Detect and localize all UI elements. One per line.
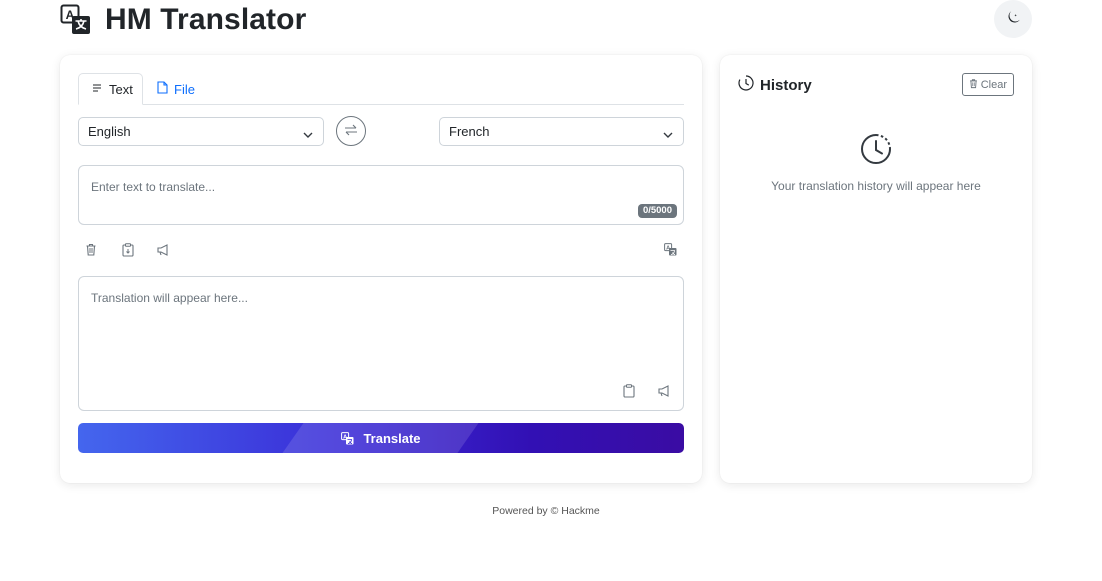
speak-input-button[interactable] [153,240,175,262]
app-title: HM Translator [105,3,307,36]
char-count-badge: 0/5000 [637,204,677,218]
source-text-input[interactable]: Enter text to translate... 0/5000 [78,165,684,225]
clear-history-label: Clear [980,78,1007,91]
footer-credit: Powered by © Hackme [492,505,600,517]
chevron-down-icon [303,127,313,142]
copy-icon [623,383,635,401]
speaker-icon [658,384,672,400]
tab-file-label: File [174,81,195,97]
tab-file[interactable]: File [145,73,205,105]
source-text-placeholder: Enter text to translate... [91,180,216,194]
translator-card: Text File English French Enter text to t… [60,55,702,483]
swap-languages-button[interactable] [336,116,366,146]
source-language-select[interactable]: English [78,117,324,146]
paste-button[interactable] [117,240,139,262]
input-mode-tabs: Text File [78,73,684,105]
translate-button[interactable]: A Translate [78,423,684,453]
copy-translation-button[interactable] [618,381,640,403]
translate-logo-icon: A [60,4,92,36]
source-language-value: English [88,124,131,139]
speak-translation-button[interactable] [654,381,676,403]
tab-text-label: Text [109,81,133,97]
tab-text[interactable]: Text [78,73,143,105]
theme-toggle-button[interactable] [994,0,1032,38]
trash-icon [85,243,97,259]
clear-input-button[interactable] [80,240,102,262]
target-language-select[interactable]: French [439,117,684,146]
translate-icon: A [341,431,354,444]
app-header: A HM Translator [60,0,1032,40]
text-lines-icon [91,82,109,97]
paste-icon [122,242,134,260]
target-language-value: French [449,124,490,139]
history-empty-clock-icon [860,133,892,170]
detect-language-button[interactable]: A [659,240,681,262]
trash-icon [969,78,981,92]
history-card: History Clear Your translation history w… [720,55,1032,483]
swap-arrows-icon [344,124,358,139]
speaker-icon [157,243,171,259]
clear-history-button[interactable]: Clear [961,73,1014,96]
translation-placeholder: Translation will appear here... [91,291,248,305]
translation-output: Translation will appear here... [78,276,684,411]
translate-detect-icon: A [663,243,677,259]
moon-icon [1006,10,1020,28]
translate-button-label: Translate [363,430,421,446]
clock-history-icon [738,75,760,95]
file-icon [157,81,174,97]
history-header: History [738,75,812,95]
history-empty-message: Your translation history will appear her… [771,179,981,193]
history-title: History [760,76,812,94]
chevron-down-icon [663,127,673,142]
